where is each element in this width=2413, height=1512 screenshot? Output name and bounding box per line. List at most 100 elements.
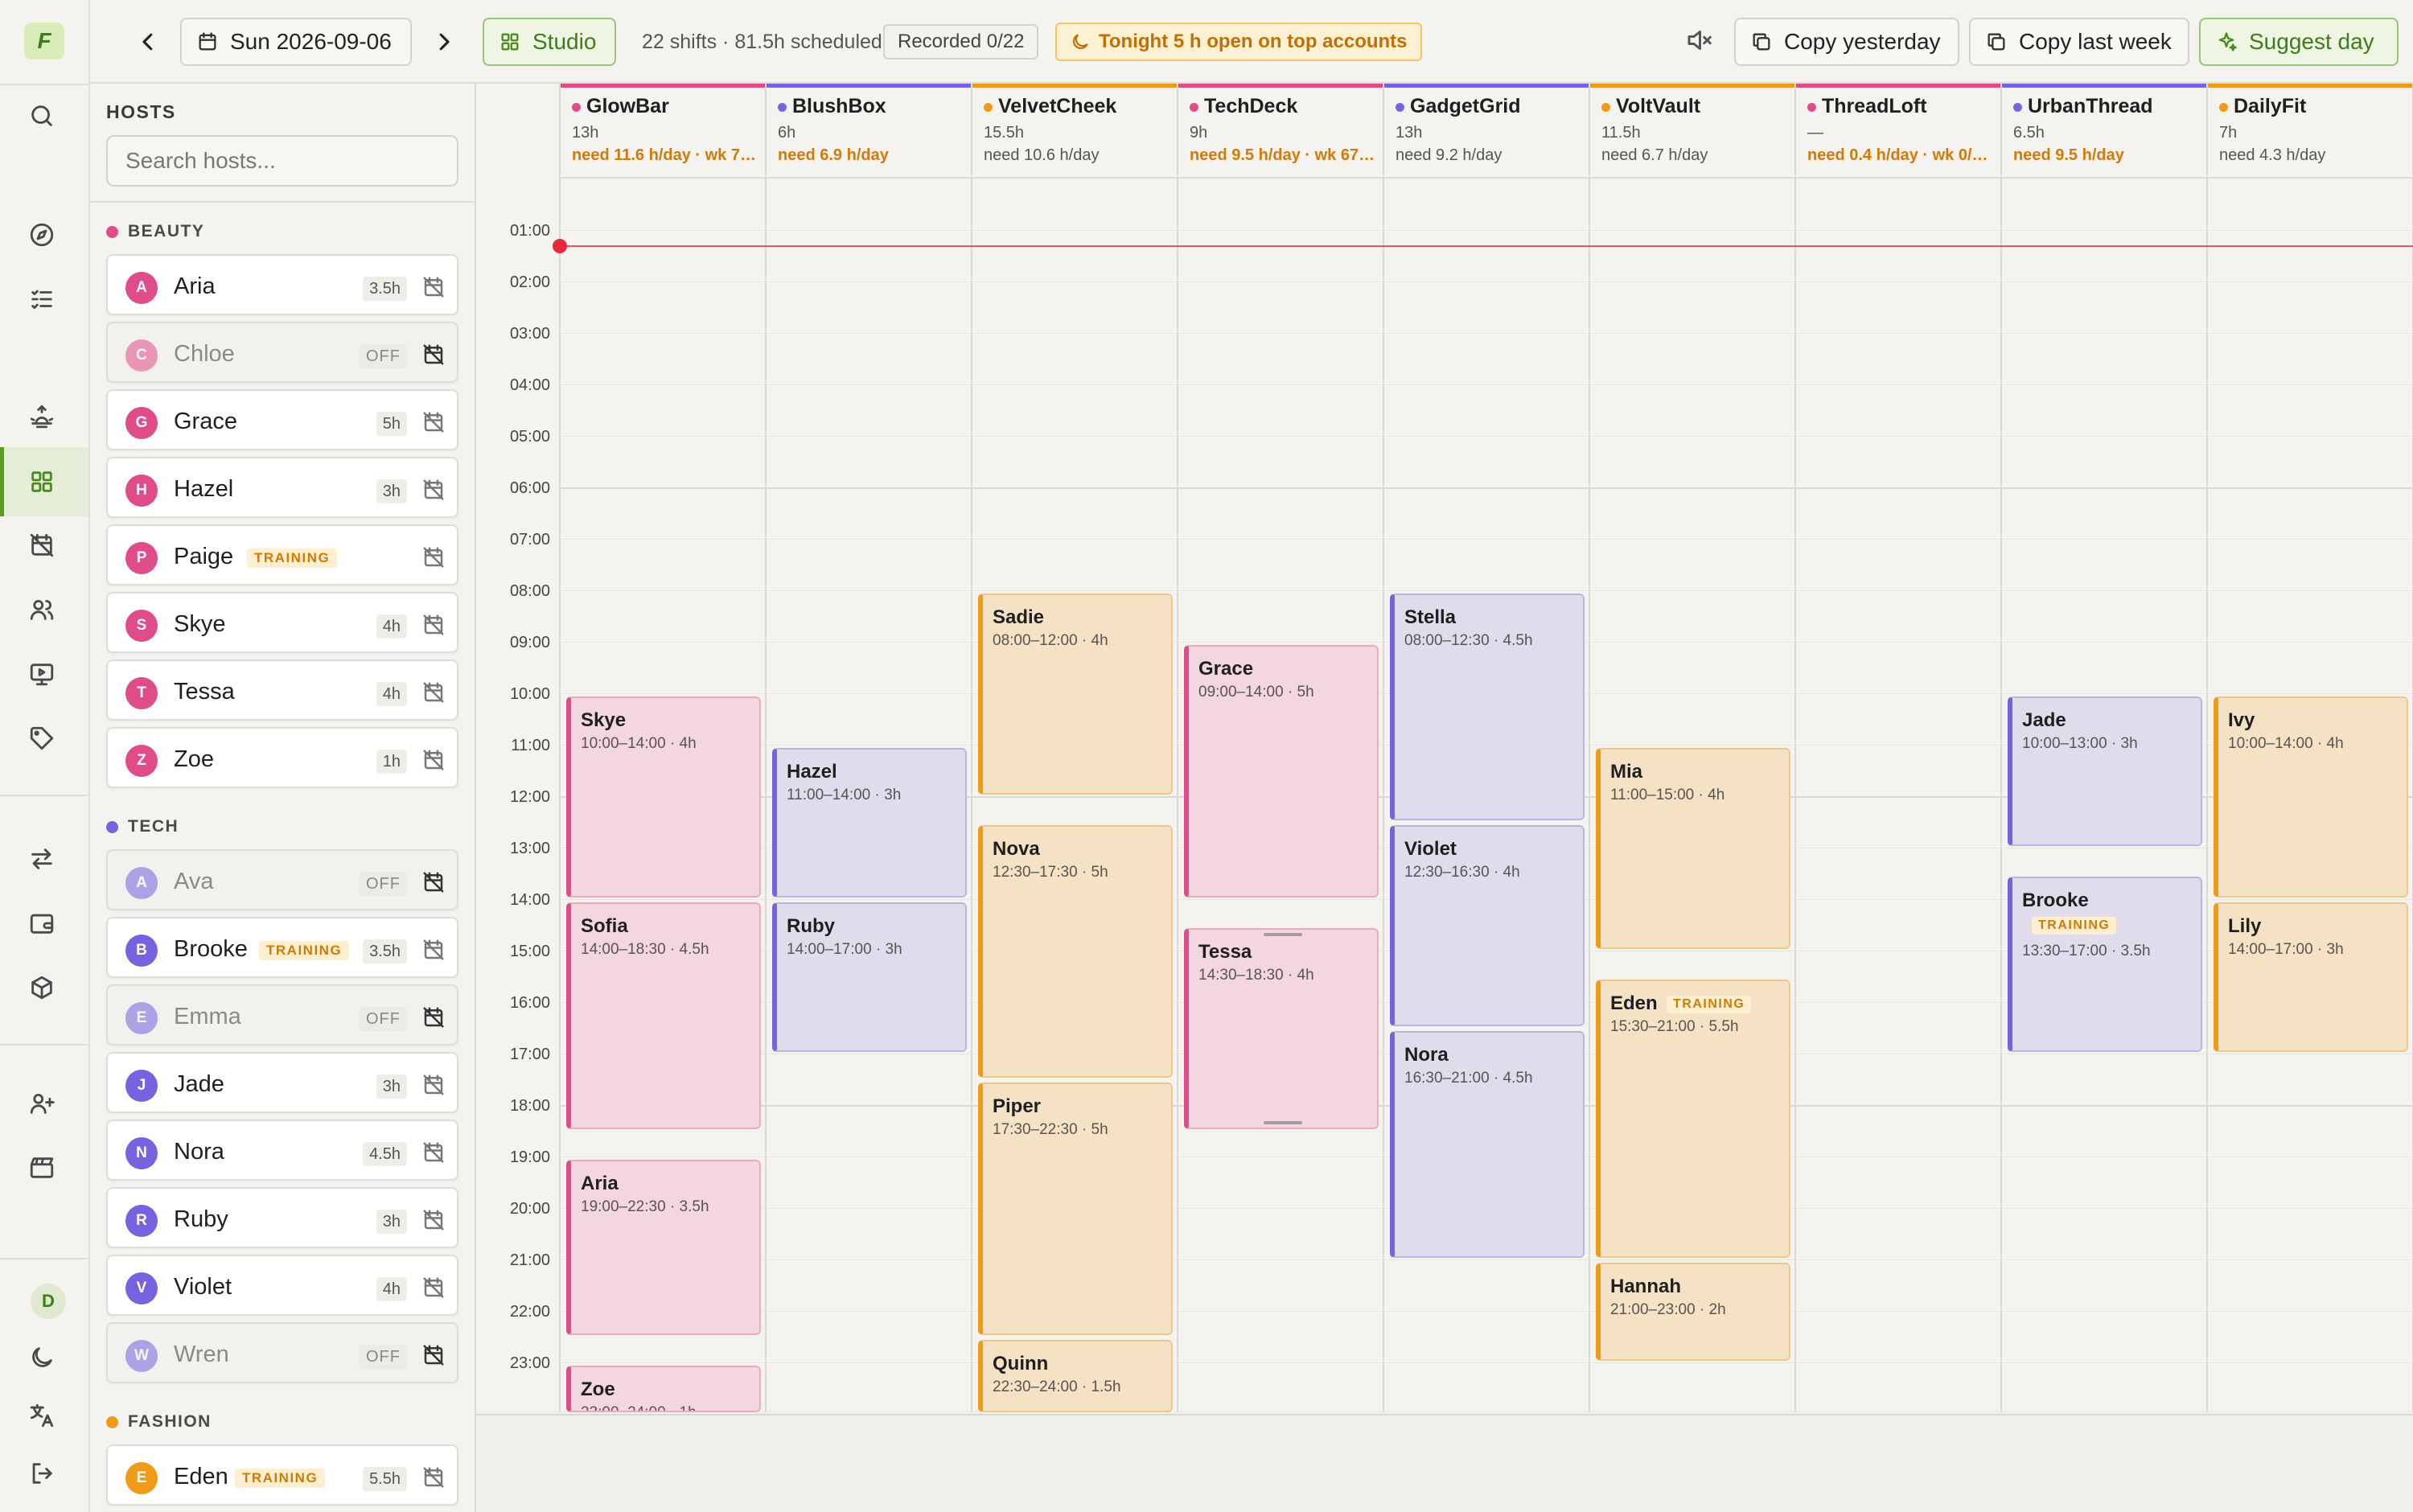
calendar-off-icon[interactable] [19,523,64,568]
calendar-off-icon[interactable] [421,1073,446,1097]
host-card[interactable]: A Aria 3.5h [106,254,458,315]
clapperboard-icon[interactable] [19,1145,64,1190]
swap-icon[interactable] [19,836,64,881]
user-avatar[interactable]: D [31,1284,66,1319]
shift-block[interactable]: Violet 12:30–16:30 · 4h [1390,825,1585,1026]
host-card[interactable]: R Ruby 3h [106,1187,458,1248]
checklist-icon[interactable] [19,277,64,322]
calendar-off-icon[interactable] [421,545,446,569]
user-plus-icon[interactable] [19,1081,64,1126]
sunrise-icon[interactable] [19,394,64,439]
calendar-off-icon[interactable] [421,870,446,894]
wallet-icon[interactable] [19,901,64,946]
search-icon[interactable] [19,93,64,138]
host-card[interactable]: W Wren OFF [106,1322,458,1383]
shift-time: 13:30–17:00 · 3.5h [2022,943,2151,959]
grid-icon[interactable] [19,459,64,504]
shift-block[interactable]: Grace 09:00–14:00 · 5h [1184,645,1379,898]
shift-block[interactable]: Ruby 14:00–17:00 · 3h [772,902,967,1052]
users-icon[interactable] [19,587,64,632]
copy-last-week-button[interactable]: Copy last week [1969,18,2189,66]
calendar-off-icon[interactable] [421,410,446,434]
host-card[interactable]: J Jade 3h [106,1052,458,1113]
host-card[interactable]: A Ava OFF [106,849,458,910]
host-card[interactable]: E Eden TRAINING 5.5h [106,1444,458,1506]
shift-block[interactable]: Lily 14:00–17:00 · 3h [2214,902,2408,1052]
host-card[interactable]: C Chloe OFF [106,322,458,383]
tonight-alert[interactable]: Tonight 5 h open on top accounts [1055,23,1422,61]
account-column-header[interactable]: DailyFit 7h need 4.3 h/day [2208,84,2412,179]
studio-view-button[interactable]: Studio [483,18,616,66]
host-hours: 1h [376,750,407,774]
account-column-header[interactable]: ThreadLoft — need 0.4 h/day · wk 0/… [1796,84,2000,179]
host-card[interactable]: P Paige TRAINING [106,524,458,585]
calendar-off-icon[interactable] [421,680,446,705]
account-column-header[interactable]: GadgetGrid 13h need 9.2 h/day [1384,84,1589,179]
calendar-off-icon[interactable] [421,478,446,502]
host-card[interactable]: Z Zoe 1h [106,727,458,788]
app-logo[interactable]: F [24,23,64,60]
shift-block[interactable]: Nora 16:30–21:00 · 4.5h [1390,1031,1585,1258]
host-card[interactable]: E Emma OFF [106,984,458,1046]
host-card[interactable]: G Grace 5h [106,389,458,450]
host-hours: 3h [376,1074,407,1099]
host-card[interactable]: T Tessa 4h [106,659,458,721]
shift-block[interactable]: Stella 08:00–12:30 · 4.5h [1390,594,1585,820]
calendar-off-icon[interactable] [421,1465,446,1489]
tags-icon[interactable] [19,716,64,761]
shift-block[interactable]: Brooke TRAINING 13:30–17:00 · 3.5h [2008,877,2202,1052]
host-card[interactable]: V Violet 4h [106,1255,458,1316]
mute-icon[interactable] [1684,26,1716,58]
calendar-off-icon[interactable] [421,1140,446,1165]
suggest-day-button[interactable]: Suggest day [2199,18,2399,66]
shift-block[interactable]: Tessa 14:30–18:30 · 4h [1184,928,1379,1129]
prev-day-button[interactable] [129,23,167,61]
account-column-header[interactable]: BlushBox 6h need 6.9 h/day [767,84,971,179]
calendar-off-icon[interactable] [421,613,446,637]
calendar-off-icon[interactable] [421,275,446,299]
category-dot [2013,103,2022,112]
shift-block[interactable]: Ivy 10:00–14:00 · 4h [2214,696,2408,898]
host-card[interactable]: N Nora 4.5h [106,1120,458,1181]
shift-block[interactable]: Sofia 14:00–18:30 · 4.5h [566,902,761,1129]
resize-handle-bottom[interactable] [1264,1121,1302,1124]
moon-icon[interactable] [19,1335,64,1380]
next-day-button[interactable] [425,23,463,61]
calendar-off-icon[interactable] [421,1276,446,1300]
account-column-header[interactable]: TechDeck 9h need 9.5 h/day · wk 67… [1178,84,1383,179]
calendar-off-icon[interactable] [421,1005,446,1029]
account-column-header[interactable]: VoltVault 11.5h need 6.7 h/day [1590,84,1794,179]
account-column-header[interactable]: UrbanThread 6.5h need 9.5 h/day [2002,84,2206,179]
shift-block[interactable]: Zoe 23:00–24:00 · 1h [566,1366,761,1412]
logout-icon[interactable] [19,1451,64,1496]
screen-play-icon[interactable] [19,651,64,696]
calendar-off-icon[interactable] [421,1208,446,1232]
calendar-off-icon[interactable] [421,938,446,962]
shift-block[interactable]: Hannah 21:00–23:00 · 2h [1596,1263,1790,1361]
box-icon[interactable] [19,965,64,1010]
host-card[interactable]: B Brooke TRAINING 3.5h [106,917,458,978]
shift-block[interactable]: Nova 12:30–17:30 · 5h [978,825,1173,1078]
host-card[interactable]: S Skye 4h [106,592,458,653]
shift-block[interactable]: Hazel 11:00–14:00 · 3h [772,748,967,898]
host-card[interactable]: H Hazel 3h [106,457,458,518]
shift-block[interactable]: Sadie 08:00–12:00 · 4h [978,594,1173,795]
shift-block[interactable]: Quinn 22:30–24:00 · 1.5h [978,1340,1173,1412]
resize-handle-top[interactable] [1264,933,1302,936]
calendar-off-icon[interactable] [421,1343,446,1367]
copy-yesterday-button[interactable]: Copy yesterday [1734,18,1959,66]
account-column-header[interactable]: GlowBar 13h need 11.6 h/day · wk 7… [561,84,765,179]
compass-icon[interactable] [19,212,64,257]
account-column-header[interactable]: VelvetCheek 15.5h need 10.6 h/day [972,84,1177,179]
calendar-off-icon[interactable] [421,748,446,772]
shift-block[interactable]: Mia 11:00–15:00 · 4h [1596,748,1790,949]
translate-icon[interactable] [19,1393,64,1438]
date-picker-button[interactable]: Sun 2026-09-06 [180,18,412,66]
shift-block[interactable]: Eden TRAINING 15:30–21:00 · 5.5h [1596,980,1790,1258]
shift-block[interactable]: Piper 17:30–22:30 · 5h [978,1083,1173,1335]
shift-block[interactable]: Skye 10:00–14:00 · 4h [566,696,761,898]
shift-block[interactable]: Aria 19:00–22:30 · 3.5h [566,1160,761,1335]
calendar-off-icon[interactable] [421,343,446,367]
search-hosts-input[interactable] [106,135,458,187]
shift-block[interactable]: Jade 10:00–13:00 · 3h [2008,696,2202,846]
